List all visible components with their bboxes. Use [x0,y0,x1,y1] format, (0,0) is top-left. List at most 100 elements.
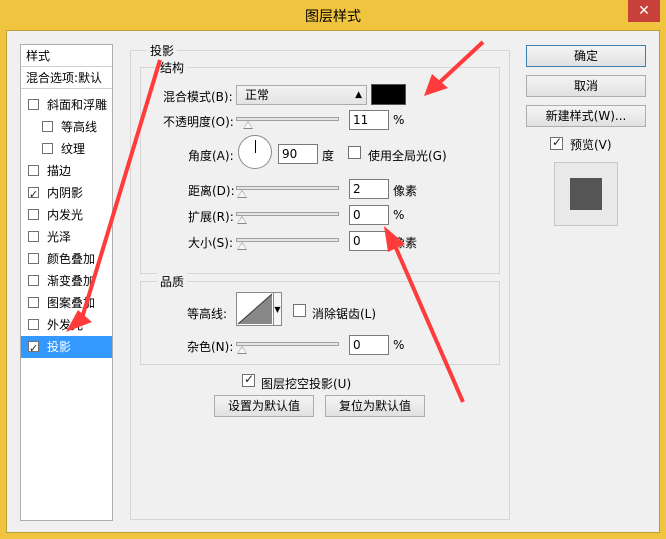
angle-dial[interactable] [238,135,272,169]
distance-slider-thumb[interactable] [237,190,247,198]
style-item-label: 纹理 [61,142,86,156]
noise-unit: % [393,338,405,352]
checkbox-inner-shadow[interactable] [28,184,39,204]
spread-unit: % [393,208,405,222]
style-item-texture[interactable]: 纹理 [21,138,112,160]
checkbox-gradient-overlay[interactable] [28,275,39,286]
style-item-label: 投影 [47,340,72,354]
opacity-slider-thumb[interactable] [243,121,254,129]
style-item-outer-glow[interactable]: 外发光 [21,314,112,336]
style-item-color-overlay[interactable]: 颜色叠加 [21,248,112,270]
layer-style-window: 图层样式 ✕ 样式 混合选项:默认 斜面和浮雕 等高线 纹理 描边 ✓ 内阴影 … [0,0,666,539]
style-item-gradient-overlay[interactable]: 渐变叠加 [21,270,112,292]
style-item-bevel-emboss[interactable]: 斜面和浮雕 [21,94,112,116]
noise-slider-thumb[interactable] [237,346,247,354]
style-preview [554,162,618,226]
contour-preview[interactable] [236,292,274,326]
style-item-label: 描边 [47,164,72,178]
checkbox-outer-glow[interactable] [28,319,39,330]
style-item-label: 等高线 [61,120,98,134]
spread-slider[interactable] [236,212,339,216]
quality-title: 品质 [157,273,188,290]
style-item-inner-shadow[interactable]: 内阴影 [21,182,112,204]
dialog-client: 样式 混合选项:默认 斜面和浮雕 等高线 纹理 描边 内阴影 [6,30,660,533]
style-item-drop-shadow[interactable]: 投影 [21,336,112,358]
style-item-inner-glow[interactable]: 内发光 [21,204,112,226]
style-item-label: 斜面和浮雕 [47,98,108,112]
checkbox-bevel-emboss[interactable] [28,99,39,110]
structure-title: 结构 [157,59,188,76]
spread-label: 扩展(R): [188,210,234,224]
style-item-label: 内发光 [47,208,84,222]
distance-label: 距离(D): [188,184,235,198]
spread-slider-thumb[interactable] [237,216,247,224]
blending-options-item[interactable]: 混合选项:默认 [21,67,112,89]
set-default-button[interactable]: 设置为默认值 [214,395,314,417]
style-item-contour[interactable]: 等高线 [21,116,112,138]
size-slider[interactable] [236,238,339,242]
antialias-checkbox[interactable] [293,304,306,317]
structure-group: 结构 混合模式(B): 正常 ▲ 不透明度(O): 11 % 角度(A): 90… [140,59,500,274]
blend-mode-select[interactable]: 正常 ▲ [236,85,367,105]
window-title: 图层样式 [305,9,361,25]
global-light-label: 使用全局光(G) [368,149,447,163]
noise-label: 杂色(N): [187,340,234,354]
opacity-field[interactable]: 11 [349,110,389,130]
close-icon: ✕ [638,3,650,19]
style-item-label: 渐变叠加 [47,274,96,288]
checkbox-texture[interactable] [42,143,53,154]
knockout-checkbox[interactable] [242,372,255,387]
noise-field[interactable]: 0 [349,335,389,355]
checkbox-drop-shadow[interactable] [28,338,39,358]
knockout-label: 图层挖空投影(U) [261,377,352,391]
angle-label: 角度(A): [188,149,234,163]
angle-unit: 度 [322,149,335,163]
opacity-label: 不透明度(O): [163,115,234,129]
blend-mode-value: 正常 [245,88,270,102]
distance-slider[interactable] [236,186,339,190]
checkbox-inner-glow[interactable] [28,209,39,220]
reset-default-button[interactable]: 复位为默认值 [325,395,425,417]
checkbox-color-overlay[interactable] [28,253,39,264]
antialias-label: 消除锯齿(L) [312,307,377,321]
close-button[interactable]: ✕ [628,0,660,22]
size-unit: 像素 [393,236,418,250]
checkbox-stroke[interactable] [28,165,39,176]
drop-shadow-group: 投影 结构 混合模式(B): 正常 ▲ 不透明度(O): 11 % 角度(A):… [130,42,510,520]
distance-field[interactable]: 2 [349,179,389,199]
size-field[interactable]: 0 [349,231,389,251]
quality-group: 品质 等高线: ▼ 消除锯齿(L) 杂色(N): 0 % [140,273,500,365]
styles-header[interactable]: 样式 [21,45,112,67]
chevron-down-icon: ▼ [274,305,281,314]
styles-list: 样式 混合选项:默认 斜面和浮雕 等高线 纹理 描边 内阴影 [20,44,113,521]
style-item-pattern-overlay[interactable]: 图案叠加 [21,292,112,314]
spread-field[interactable]: 0 [349,205,389,225]
style-item-satin[interactable]: 光泽 [21,226,112,248]
style-item-label: 颜色叠加 [47,252,96,266]
shadow-color-swatch[interactable] [371,84,406,105]
cancel-button[interactable]: 取消 [526,75,646,97]
checkbox-pattern-overlay[interactable] [28,297,39,308]
checkbox-contour[interactable] [42,121,53,132]
distance-unit: 像素 [393,184,418,198]
ok-button[interactable]: 确定 [526,45,646,67]
style-item-label: 外发光 [47,318,84,332]
opacity-unit: % [393,113,405,127]
style-item-label: 内阴影 [47,186,84,200]
preview-checkbox[interactable] [550,135,563,150]
angle-field[interactable]: 90 [278,144,318,164]
title-bar[interactable]: 图层样式 ✕ [0,0,666,30]
size-slider-thumb[interactable] [237,242,247,250]
style-item-label: 图案叠加 [47,296,96,310]
contour-dropdown[interactable]: ▼ [274,292,282,326]
drop-shadow-title: 投影 [147,42,178,59]
style-item-stroke[interactable]: 描边 [21,160,112,182]
new-style-button[interactable]: 新建样式(W)... [526,105,646,127]
noise-slider[interactable] [236,342,339,346]
updown-arrow-icon: ▲ [355,90,362,100]
global-light-checkbox[interactable] [348,146,361,159]
checkbox-satin[interactable] [28,231,39,242]
linear-contour-icon [237,293,273,325]
preview-swatch [570,178,602,210]
contour-label: 等高线: [187,307,228,321]
